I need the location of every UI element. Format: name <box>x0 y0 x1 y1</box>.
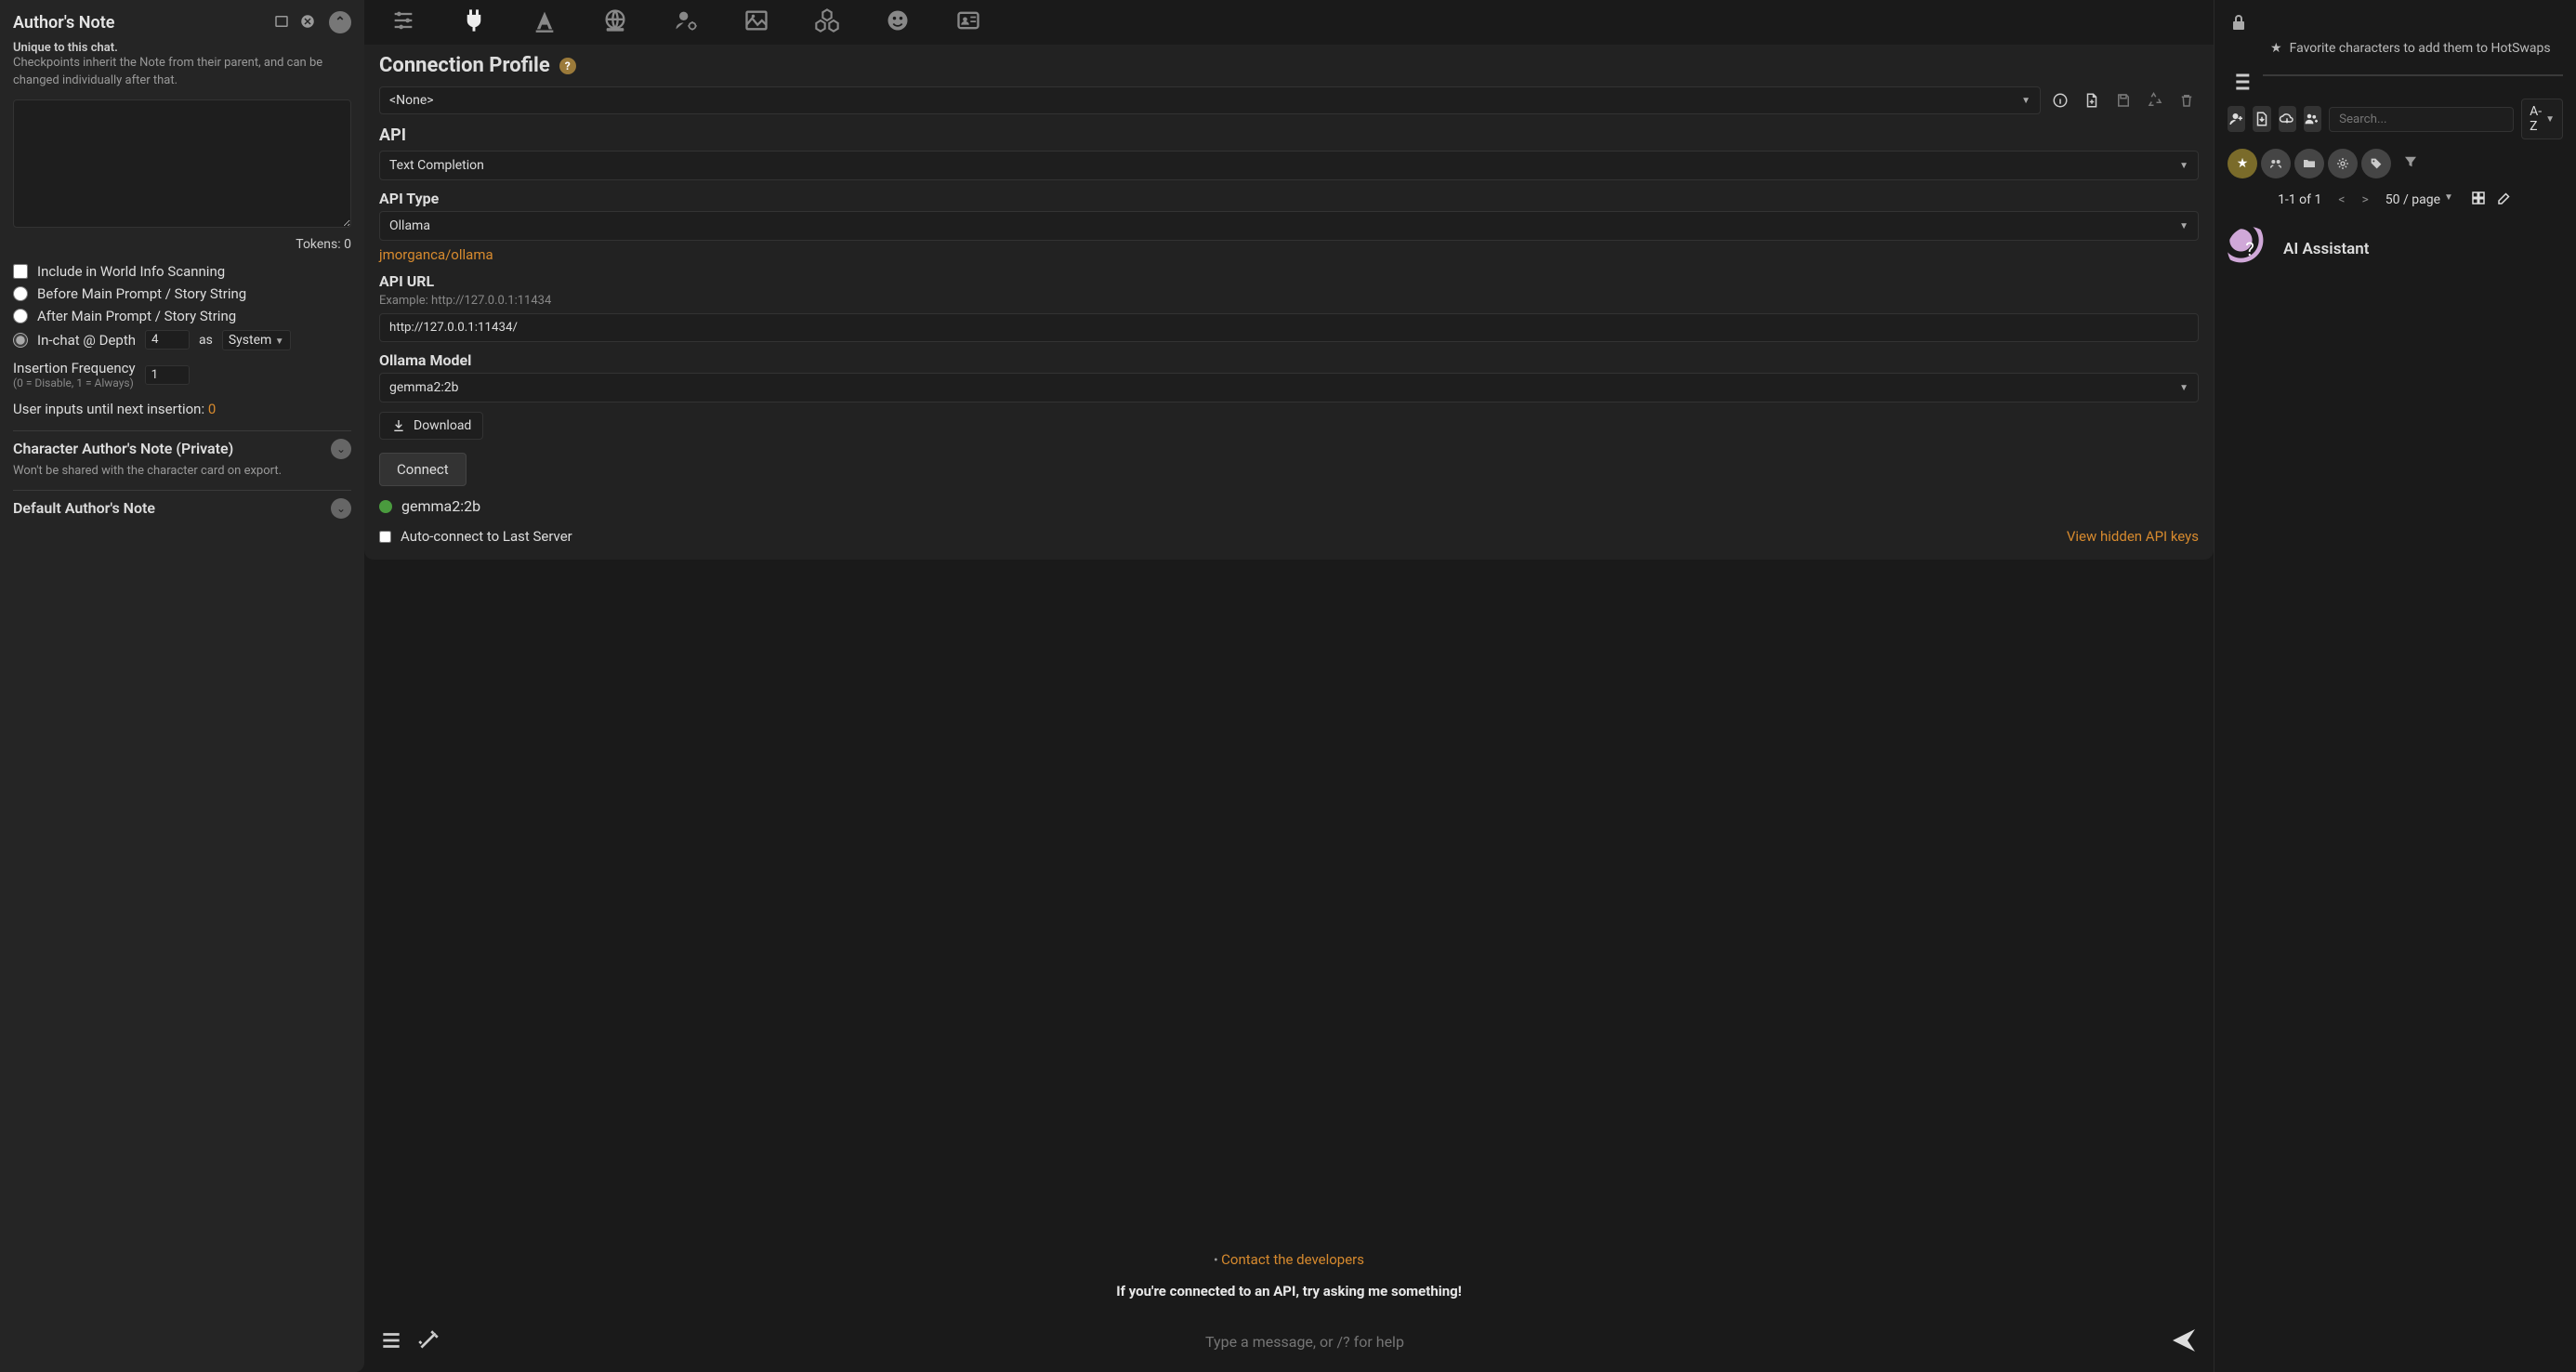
info-icon[interactable] <box>2048 88 2072 112</box>
user-cog-icon[interactable] <box>669 4 703 37</box>
filter-gear[interactable] <box>2328 149 2358 178</box>
depth-input[interactable] <box>145 330 190 350</box>
recycle-icon[interactable] <box>2143 88 2167 112</box>
character-name: AI Assistant <box>2283 240 2370 258</box>
repo-link[interactable]: jmorganca/ollama <box>379 246 493 263</box>
api-type-select[interactable]: Ollama▼ <box>379 211 2199 241</box>
api-select[interactable]: Text Completion▼ <box>379 151 2199 180</box>
default-note-section[interactable]: Default Author's Note ⌄ <box>13 498 351 519</box>
characters-panel: ★ Favorite characters to add them to Hot… <box>2214 0 2576 1372</box>
character-item[interactable]: ? AI Assistant <box>2228 223 2563 275</box>
top-toolbar <box>364 0 2214 45</box>
font-icon[interactable] <box>528 4 561 37</box>
model-label: Ollama Model <box>379 351 2199 369</box>
inchat-radio[interactable]: In-chat @ Depth <box>13 332 136 349</box>
add-user-icon[interactable] <box>2228 106 2245 132</box>
role-select[interactable]: System ▼ <box>222 330 291 350</box>
lock-icon[interactable] <box>2228 11 2250 37</box>
star-icon: ★ <box>2270 41 2282 56</box>
smile-icon[interactable] <box>881 4 914 37</box>
sliders-icon[interactable] <box>387 4 420 37</box>
trash-icon[interactable] <box>2175 88 2199 112</box>
api-url-label: API URL <box>379 272 2199 290</box>
chat-area: Contact the developers If you're connect… <box>364 560 2214 1316</box>
connect-button[interactable]: Connect <box>379 453 467 486</box>
chevron-down-icon: ⌄ <box>331 498 351 519</box>
import-icon[interactable] <box>2253 106 2270 132</box>
connection-profile-title: Connection Profile <box>379 54 550 77</box>
image-icon[interactable] <box>740 4 773 37</box>
new-file-icon[interactable] <box>2080 88 2104 112</box>
filter-folder[interactable] <box>2294 149 2324 178</box>
maximize-icon[interactable] <box>271 11 292 32</box>
per-page-select[interactable]: 50 / page▼ <box>2385 192 2453 207</box>
menu-icon[interactable] <box>379 1328 403 1356</box>
status-dot-icon <box>379 500 392 513</box>
unique-label: Unique to this chat. <box>13 41 351 55</box>
avatar: ? <box>2228 227 2272 271</box>
filter-groups[interactable] <box>2261 149 2291 178</box>
api-label: API <box>379 125 2199 145</box>
filter-tags[interactable] <box>2361 149 2391 178</box>
panel-title: Author's Note <box>13 13 114 33</box>
api-url-example: Example: http://127.0.0.1:11434 <box>379 294 2199 308</box>
char-note-section[interactable]: Character Author's Note (Private) ⌄ <box>13 439 351 459</box>
list-icon[interactable] <box>2228 69 2254 99</box>
send-icon[interactable] <box>2169 1326 2199 1359</box>
token-count: Tokens: 0 <box>13 237 351 252</box>
char-note-sub: Won't be shared with the character card … <box>13 463 351 481</box>
authors-note-panel: Author's Note ⌃ Unique to this chat. Che… <box>0 0 364 1372</box>
grid-view-icon[interactable] <box>2470 190 2487 210</box>
api-url-input[interactable] <box>379 313 2199 342</box>
page-info: 1-1 of 1 <box>2278 192 2321 207</box>
insertion-freq-hint: (0 = Disable, 1 = Always) <box>13 376 136 389</box>
api-settings-panel: Connection Profile ? <None>▼ API Text Co… <box>364 45 2214 560</box>
chevron-down-icon: ⌄ <box>331 439 351 459</box>
auto-connect-checkbox[interactable]: Auto-connect to Last Server <box>379 528 572 545</box>
sort-select[interactable]: A-Z▼ <box>2521 99 2563 139</box>
save-icon[interactable] <box>2111 88 2136 112</box>
help-icon[interactable]: ? <box>559 58 576 74</box>
group-add-icon[interactable] <box>2304 106 2321 132</box>
filter-funnel-icon[interactable] <box>2402 153 2419 174</box>
chat-hint: If you're connected to an API, try askin… <box>381 1273 2197 1316</box>
insertion-freq-label: Insertion Frequency <box>13 360 136 376</box>
include-wi-checkbox[interactable]: Include in World Info Scanning <box>13 263 351 280</box>
contact-link[interactable]: Contact the developers <box>1221 1251 1364 1268</box>
fav-hint: Favorite characters to add them to HotSw… <box>2290 41 2551 56</box>
insertion-freq-input[interactable] <box>145 365 190 385</box>
filter-favorites[interactable]: ★ <box>2228 149 2257 178</box>
checkpoint-help: Checkpoints inherit the Note from their … <box>13 55 351 90</box>
as-label: as <box>199 333 213 348</box>
collapse-icon[interactable]: ⌃ <box>329 11 351 33</box>
model-select[interactable]: gemma2:2b▼ <box>379 373 2199 402</box>
search-input[interactable] <box>2329 107 2514 132</box>
inputs-until-label: User inputs until next insertion: 0 <box>13 401 351 417</box>
authors-note-textarea[interactable] <box>13 99 351 228</box>
download-button[interactable]: Download <box>379 412 483 440</box>
plug-icon[interactable] <box>457 4 491 37</box>
cloud-download-icon[interactable] <box>2279 106 2296 132</box>
edit-icon[interactable] <box>2496 190 2513 210</box>
api-type-label: API Type <box>379 190 2199 207</box>
before-prompt-radio[interactable]: Before Main Prompt / Story String <box>13 285 351 302</box>
status-model: gemma2:2b <box>401 497 480 515</box>
id-card-icon[interactable] <box>952 4 985 37</box>
message-input[interactable] <box>453 1329 2156 1355</box>
next-page[interactable]: > <box>2361 192 2368 207</box>
prev-page[interactable]: < <box>2338 192 2345 207</box>
globe-icon[interactable] <box>598 4 632 37</box>
view-keys-link[interactable]: View hidden API keys <box>2067 528 2199 545</box>
profile-select[interactable]: <None>▼ <box>379 86 2041 114</box>
wand-icon[interactable] <box>416 1328 440 1356</box>
after-prompt-radio[interactable]: After Main Prompt / Story String <box>13 308 351 324</box>
close-icon[interactable] <box>297 11 318 32</box>
cubes-icon[interactable] <box>810 4 844 37</box>
